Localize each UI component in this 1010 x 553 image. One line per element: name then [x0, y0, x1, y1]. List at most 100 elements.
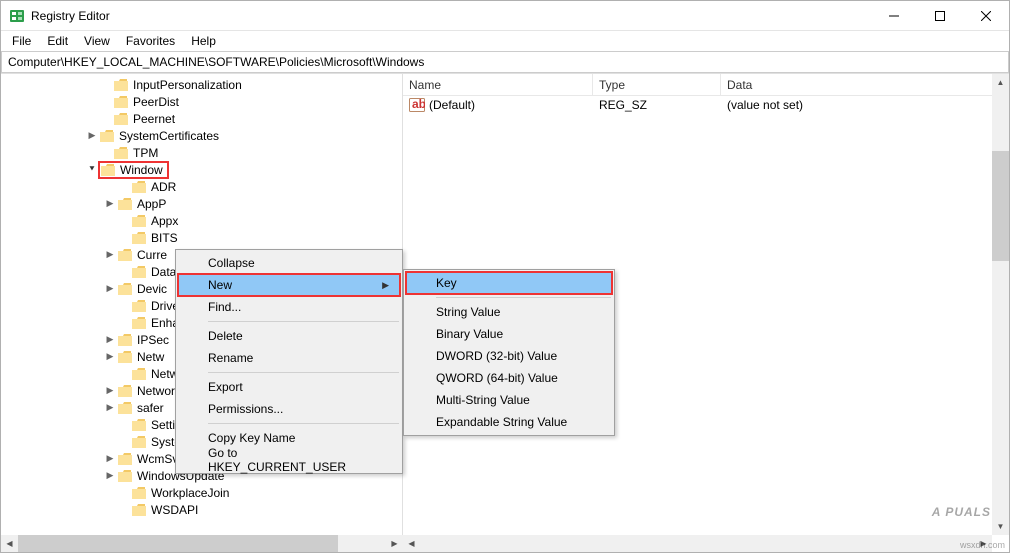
scroll-left-icon[interactable]: ◀	[1, 535, 18, 552]
folder-icon	[117, 282, 133, 296]
folder-icon	[131, 299, 147, 313]
folder-icon	[117, 197, 133, 211]
main-area: InputPersonalization PeerDist Peernet ▶ S…	[1, 73, 1009, 552]
expander-icon[interactable]: ▶	[103, 197, 117, 211]
cm-find[interactable]: Find...	[178, 296, 400, 318]
folder-icon	[131, 418, 147, 432]
expander-icon[interactable]: ⯆	[85, 163, 99, 177]
tree-item[interactable]: WSDAPI	[149, 503, 200, 517]
col-header-type[interactable]: Type	[593, 74, 721, 95]
svg-text:ab: ab	[412, 98, 425, 111]
cm-new-string[interactable]: String Value	[406, 301, 612, 323]
scroll-up-icon[interactable]: ▲	[992, 74, 1009, 91]
tree-item[interactable]: IPSec	[135, 333, 171, 347]
tree-item-windows: Window	[118, 163, 165, 177]
separator	[208, 321, 399, 322]
folder-icon	[131, 231, 147, 245]
tree-item[interactable]: Netw	[135, 350, 166, 364]
scroll-down-icon[interactable]: ▼	[992, 518, 1009, 535]
folder-icon	[113, 112, 129, 126]
menu-favorites[interactable]: Favorites	[119, 32, 182, 50]
tree-item[interactable]: Curre	[135, 248, 169, 262]
tree-item[interactable]: SystemCertificates	[117, 129, 221, 143]
list-horizontal-scrollbar[interactable]: ◀ ▶	[403, 535, 992, 552]
scroll-left-icon[interactable]: ◀	[403, 535, 420, 552]
cm-new-multistring[interactable]: Multi-String Value	[406, 389, 612, 411]
tree-item[interactable]: BITS	[149, 231, 180, 245]
context-menu: Collapse New▶ Find... Delete Rename Expo…	[175, 249, 403, 474]
tree-item[interactable]: AppP	[135, 197, 168, 211]
window-title: Registry Editor	[31, 9, 110, 23]
folder-icon	[131, 435, 147, 449]
titlebar-left: Registry Editor	[9, 8, 110, 24]
cm-collapse[interactable]: Collapse	[178, 252, 400, 274]
menu-view[interactable]: View	[77, 32, 117, 50]
value-name: (Default)	[429, 98, 475, 112]
tree-item[interactable]: Peernet	[131, 112, 177, 126]
cm-goto-hkcu[interactable]: Go to HKEY_CURRENT_USER	[178, 449, 400, 471]
folder-icon	[117, 384, 133, 398]
col-header-data[interactable]: Data	[721, 74, 1009, 95]
minimize-button[interactable]	[871, 1, 917, 31]
expander-icon[interactable]: ▶	[103, 248, 117, 262]
expander-icon[interactable]: ▶	[103, 401, 117, 415]
cm-export[interactable]: Export	[178, 376, 400, 398]
expander-icon[interactable]: ▶	[103, 333, 117, 347]
cm-permissions[interactable]: Permissions...	[178, 398, 400, 420]
list-row-default[interactable]: ab (Default) REG_SZ (value not set)	[403, 96, 1009, 114]
tree-item[interactable]: WorkplaceJoin	[149, 486, 231, 500]
expander-icon[interactable]: ▶	[103, 469, 117, 483]
folder-icon	[117, 333, 133, 347]
cm-new-qword[interactable]: QWORD (64-bit) Value	[406, 367, 612, 389]
close-button[interactable]	[963, 1, 1009, 31]
cm-new-expandstring[interactable]: Expandable String Value	[406, 411, 612, 433]
menu-help[interactable]: Help	[184, 32, 223, 50]
vertical-scrollbar[interactable]: ▲ ▼	[992, 74, 1009, 535]
cm-rename[interactable]: Rename	[178, 347, 400, 369]
cm-delete[interactable]: Delete	[178, 325, 400, 347]
tree-horizontal-scrollbar[interactable]: ◀ ▶	[1, 535, 403, 552]
folder-icon	[131, 367, 147, 381]
tree-item[interactable]: safer	[135, 401, 166, 415]
submenu-arrow-icon: ▶	[382, 280, 389, 291]
expander-icon[interactable]: ▶	[103, 282, 117, 296]
separator	[208, 423, 399, 424]
tree-item[interactable]: Appx	[149, 214, 180, 228]
folder-icon	[131, 180, 147, 194]
folder-icon	[131, 265, 147, 279]
tree-item[interactable]: Devic	[135, 282, 169, 296]
folder-icon	[131, 486, 147, 500]
folder-icon	[100, 163, 116, 177]
corner-url: wsxdn.com	[960, 540, 1005, 550]
tree-item[interactable]: InputPersonalization	[131, 78, 244, 92]
folder-icon	[117, 350, 133, 364]
maximize-button[interactable]	[917, 1, 963, 31]
address-path: Computer\HKEY_LOCAL_MACHINE\SOFTWARE\Pol…	[8, 55, 424, 69]
cm-new-key[interactable]: Key	[406, 272, 612, 294]
col-header-name[interactable]: Name	[403, 74, 593, 95]
regedit-icon	[9, 8, 25, 24]
tree-item-selected[interactable]: Window	[98, 161, 169, 179]
folder-icon	[113, 78, 129, 92]
folder-icon	[113, 95, 129, 109]
scroll-right-icon[interactable]: ▶	[386, 535, 403, 552]
expander-icon[interactable]: ▶	[103, 350, 117, 364]
tree-item[interactable]: TPM	[131, 146, 160, 160]
menu-file[interactable]: File	[5, 32, 38, 50]
value-type: REG_SZ	[593, 98, 721, 112]
expander-icon[interactable]: ▶	[85, 129, 99, 143]
tree-item[interactable]: PeerDist	[131, 95, 181, 109]
cm-new-dword[interactable]: DWORD (32-bit) Value	[406, 345, 612, 367]
expander-icon[interactable]: ▶	[103, 384, 117, 398]
folder-icon	[131, 316, 147, 330]
folder-icon	[131, 503, 147, 517]
address-bar[interactable]: Computer\HKEY_LOCAL_MACHINE\SOFTWARE\Pol…	[1, 51, 1009, 73]
expander-icon[interactable]: ▶	[103, 452, 117, 466]
tree-item[interactable]: ADR	[149, 180, 178, 194]
cm-new[interactable]: New▶	[178, 274, 400, 296]
context-submenu-new: Key String Value Binary Value DWORD (32-…	[403, 269, 615, 436]
menu-edit[interactable]: Edit	[40, 32, 75, 50]
string-value-icon: ab	[409, 98, 425, 112]
folder-icon	[117, 452, 133, 466]
cm-new-binary[interactable]: Binary Value	[406, 323, 612, 345]
